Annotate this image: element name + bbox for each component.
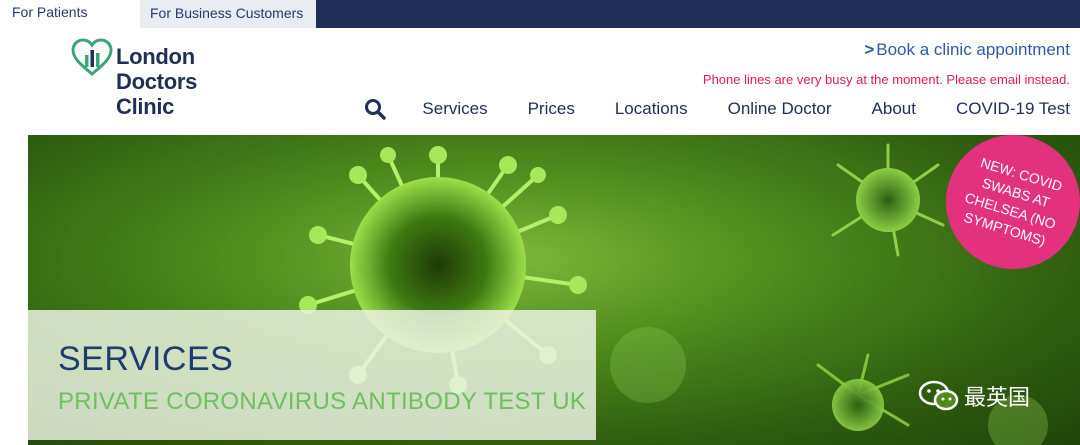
hero-caption-panel: SERVICES PRIVATE CORONAVIRUS ANTIBODY TE…	[28, 310, 596, 440]
logo-line-1: London	[116, 44, 195, 69]
watermark-text: 最英国	[964, 386, 1031, 411]
chevron-right-icon: >	[864, 40, 875, 59]
tab-for-business-customers[interactable]: For Business Customers	[140, 0, 316, 28]
wechat-icon	[918, 380, 959, 411]
book-link-label: Book a clinic appointment	[876, 40, 1070, 59]
book-appointment-link[interactable]: > Book a clinic appointment	[864, 40, 1070, 60]
site-logo[interactable]: London Doctors Clinic	[70, 38, 210, 122]
nav-item-covid-19-test[interactable]: COVID-19 Test	[956, 99, 1070, 119]
nav-item-online-doctor[interactable]: Online Doctor	[728, 99, 832, 119]
nav-item-prices[interactable]: Prices	[528, 99, 575, 119]
heart-chart-logo-icon	[71, 38, 113, 76]
logo-line-2: Doctors	[116, 69, 198, 94]
page-title: SERVICES	[58, 340, 234, 378]
covid-swabs-promo-badge[interactable]: NEW: COVID SWABS AT CHELSEA (NO SYMPTOMS…	[946, 135, 1080, 269]
wechat-watermark: 最英国	[918, 378, 1030, 414]
tab-for-patients[interactable]: For Patients	[0, 0, 140, 28]
main-nav: Services Prices Locations Online Doctor …	[364, 96, 1070, 122]
promo-badge-text: NEW: COVID SWABS AT CHELSEA (NO SYMPTOMS…	[962, 154, 1065, 249]
nav-item-about[interactable]: About	[872, 99, 916, 119]
page-subtitle: PRIVATE CORONAVIRUS ANTIBODY TEST UK	[58, 388, 587, 415]
nav-item-services[interactable]: Services	[422, 99, 487, 119]
phone-notice: Phone lines are very busy at the moment.…	[702, 72, 1070, 87]
search-icon[interactable]	[364, 98, 387, 120]
logo-wordmark: London Doctors Clinic	[116, 44, 197, 119]
nav-item-locations[interactable]: Locations	[615, 99, 688, 119]
logo-line-3: Clinic	[116, 94, 175, 119]
